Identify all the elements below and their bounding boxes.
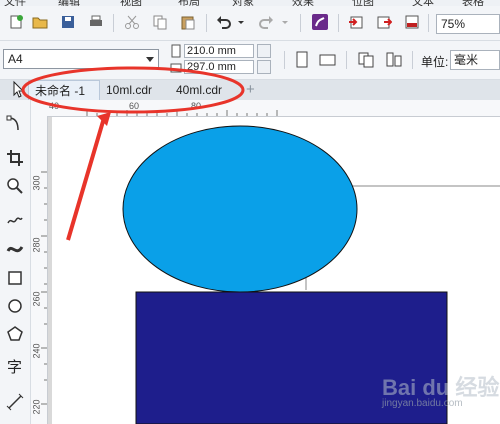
text-tool-icon[interactable]: 字 xyxy=(5,356,25,376)
open-folder-icon[interactable] xyxy=(30,12,50,32)
document-tab-strip: 未命名 -1 10ml.cdr 40ml.cdr + xyxy=(0,80,500,100)
width-spinner[interactable] xyxy=(257,44,271,58)
artistic-media-icon[interactable] xyxy=(5,238,25,258)
unit-label: 单位: xyxy=(421,55,449,69)
page-height-field[interactable]: 297.0 mm xyxy=(184,60,254,74)
add-tab-icon[interactable]: + xyxy=(246,81,255,99)
svg-text:字: 字 xyxy=(7,358,22,375)
ruler-label: 220 xyxy=(31,399,42,415)
print-icon[interactable] xyxy=(86,12,106,32)
export-icon[interactable] xyxy=(374,12,394,32)
polygon-tool-icon[interactable] xyxy=(5,324,25,344)
tab-40ml[interactable]: 40ml.cdr xyxy=(170,80,234,100)
vertical-ruler: 300 280 260 240 220 xyxy=(31,116,48,424)
blue-ellipse-shape[interactable] xyxy=(122,125,358,293)
ellipse-tool-icon[interactable] xyxy=(5,296,25,316)
cut-icon[interactable] xyxy=(122,12,142,32)
shape-tool-icon[interactable] xyxy=(5,114,25,134)
property-bar: A4 210.0 mm 297.0 mm 单位: 毫米 xyxy=(0,41,500,80)
all-pages-icon[interactable] xyxy=(356,50,376,70)
crop-tool-icon[interactable] xyxy=(5,148,25,168)
ruler-ticks xyxy=(41,171,47,405)
toolbar-separator xyxy=(346,51,347,69)
toolbox: 字 xyxy=(0,100,31,424)
watermark-url: jingyan.baidu.com xyxy=(382,398,463,409)
undo-icon[interactable] xyxy=(214,12,234,32)
freehand-tool-icon[interactable] xyxy=(5,210,25,230)
ruler-label: 240 xyxy=(31,343,42,359)
rectangle-tool-icon[interactable] xyxy=(5,268,25,288)
pick-tool-icon[interactable] xyxy=(10,80,28,100)
dimension-tool-icon[interactable] xyxy=(5,392,25,412)
toolbar-separator xyxy=(113,14,114,32)
portrait-icon[interactable] xyxy=(292,50,312,70)
publish-pdf-icon[interactable] xyxy=(402,12,422,32)
application-launcher-icon[interactable] xyxy=(310,12,330,32)
toolbar-separator xyxy=(338,14,339,32)
current-page-icon[interactable] xyxy=(384,50,404,70)
ruler-ticks xyxy=(86,110,278,116)
undo-dropdown-icon[interactable] xyxy=(236,12,246,32)
landscape-icon[interactable] xyxy=(318,50,338,70)
copy-icon[interactable] xyxy=(150,12,170,32)
standard-toolbar: 75% xyxy=(0,6,500,41)
redo-icon[interactable] xyxy=(256,12,276,32)
page-size-value: A4 xyxy=(8,52,23,66)
zoom-tool-icon[interactable] xyxy=(5,176,25,196)
page-width-field[interactable]: 210.0 mm xyxy=(184,44,254,58)
tab-10ml[interactable]: 10ml.cdr xyxy=(100,80,164,100)
toolbar-separator xyxy=(206,14,207,32)
unit-select[interactable]: 毫米 xyxy=(450,50,500,70)
ruler-label: 80 xyxy=(191,101,202,111)
tab-untitled[interactable]: 未命名 -1 xyxy=(28,80,100,100)
page-width-icon xyxy=(170,44,182,61)
ruler-label: 260 xyxy=(31,291,42,307)
ruler-label: 280 xyxy=(31,237,42,253)
zoom-level-input[interactable]: 75% xyxy=(436,14,500,34)
new-document-icon[interactable] xyxy=(6,12,26,32)
redo-dropdown-icon[interactable] xyxy=(280,12,290,32)
import-icon[interactable] xyxy=(346,12,366,32)
height-spinner[interactable] xyxy=(257,60,271,74)
page-height-icon xyxy=(170,61,182,78)
toolbar-separator xyxy=(412,51,413,69)
save-icon[interactable] xyxy=(58,12,78,32)
ruler-label: 300 xyxy=(31,175,42,191)
page-shadow xyxy=(48,117,52,424)
ruler-label: 60 xyxy=(129,101,140,111)
toolbar-separator xyxy=(284,51,285,69)
chevron-down-icon xyxy=(146,57,154,62)
toolbar-separator xyxy=(428,14,429,32)
paste-icon[interactable] xyxy=(178,12,198,32)
toolbar-separator xyxy=(300,14,301,32)
horizontal-ruler: 40 60 80 xyxy=(31,100,500,117)
ruler-label: 40 xyxy=(49,101,60,111)
page-size-select[interactable]: A4 xyxy=(3,49,159,69)
